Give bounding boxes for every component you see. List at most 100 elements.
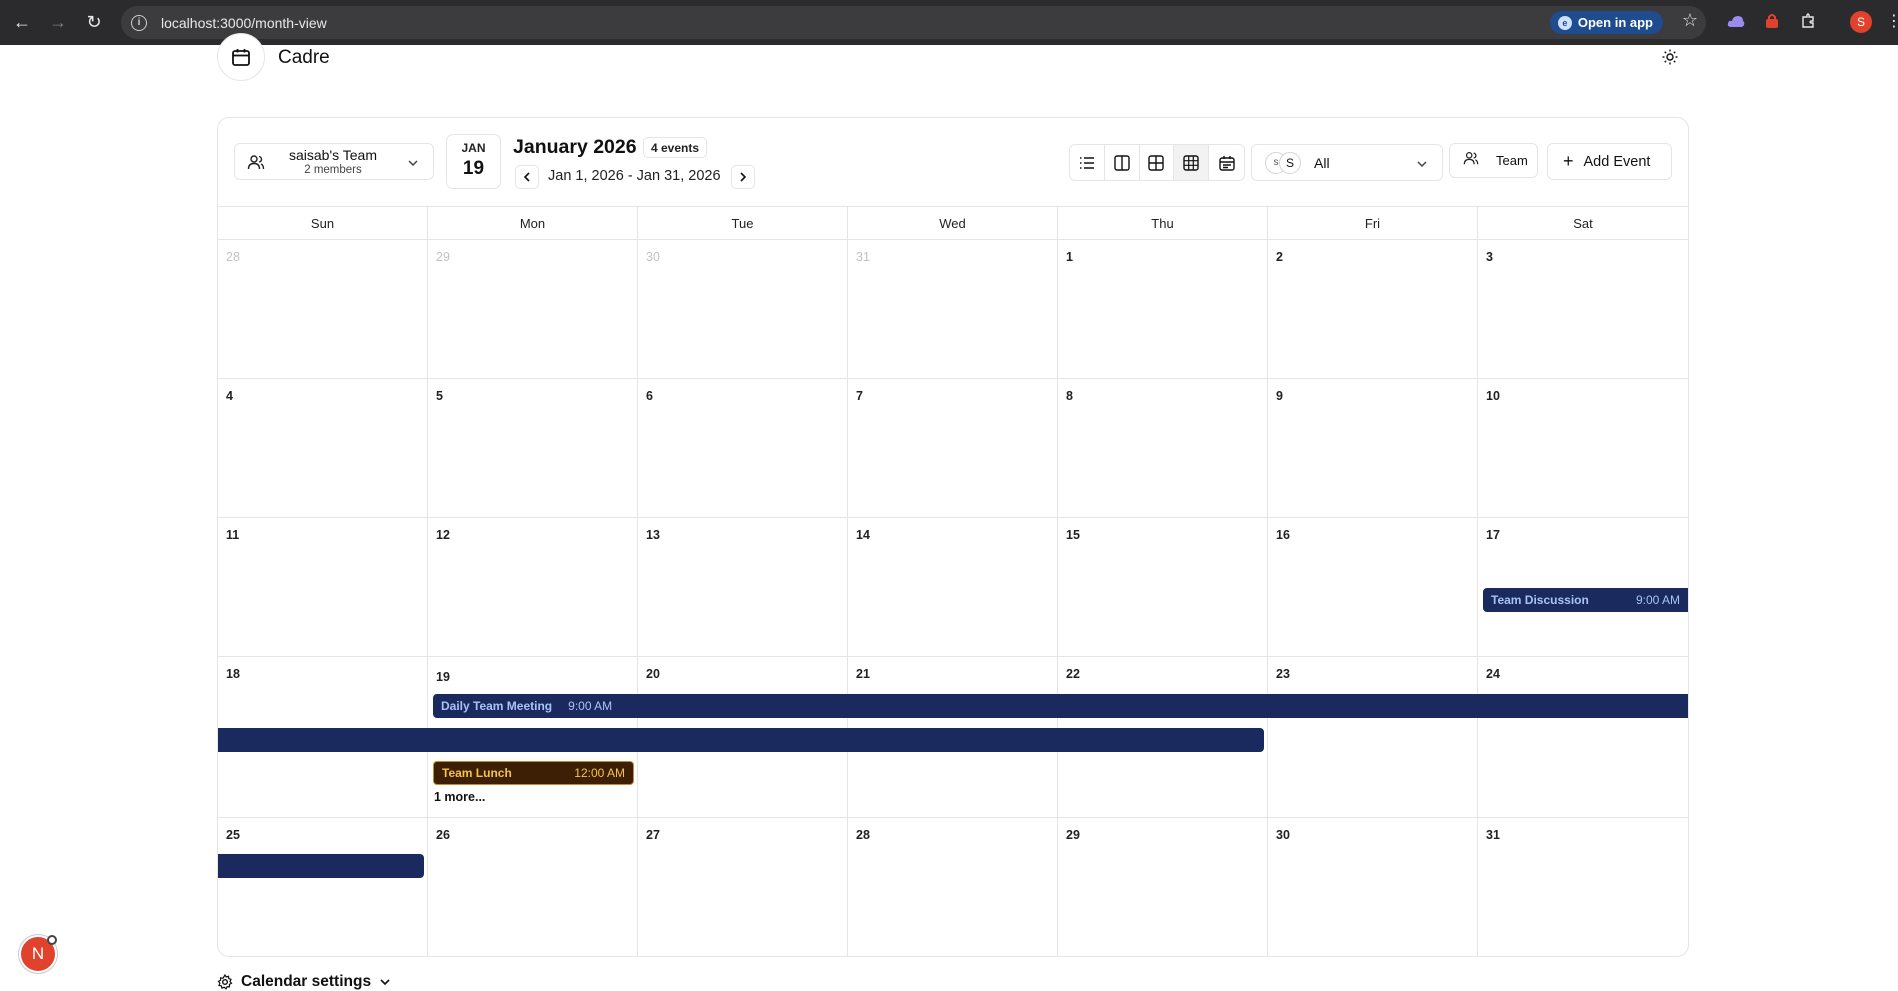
weekday-label: Fri	[1268, 207, 1478, 240]
day-cell[interactable]: 25	[218, 818, 428, 956]
day-number: 15	[1066, 528, 1080, 542]
day-number: 28	[856, 828, 870, 842]
day-cell[interactable]: 9	[1268, 379, 1478, 518]
day-number: 29	[1066, 828, 1080, 842]
dev-tools-badge[interactable]: N	[19, 935, 57, 973]
day-number: 29	[436, 250, 450, 264]
day-cell[interactable]: 26	[428, 818, 638, 956]
day-cell[interactable]: 31	[1478, 818, 1688, 956]
event-daily-team-meeting[interactable]: Daily Team Meeting 9:00 AM	[433, 694, 1688, 718]
app-icon: e	[1557, 15, 1572, 30]
extension-lock-icon[interactable]	[1761, 10, 1783, 32]
event-time: 9:00 AM	[568, 699, 613, 713]
day-cell[interactable]: 11	[218, 518, 428, 657]
day-cell[interactable]: 8	[1058, 379, 1268, 518]
day-cell[interactable]: 6	[638, 379, 848, 518]
day-number: 24	[1486, 667, 1500, 681]
previous-month-button[interactable]	[515, 165, 539, 189]
day-cell[interactable]: 28	[848, 818, 1058, 956]
event-team-lunch[interactable]: Team Lunch 12:00 AM	[433, 761, 634, 785]
agenda-view-icon[interactable]	[1209, 145, 1244, 180]
url-text: localhost:3000/month-view	[161, 14, 327, 31]
day-cell[interactable]: 24	[1478, 657, 1688, 818]
user-filter-select[interactable]: s S All	[1251, 144, 1443, 181]
plus-icon: +	[1563, 151, 1574, 171]
event-continuation-bar[interactable]	[218, 854, 424, 878]
profile-avatar[interactable]: S	[1850, 11, 1872, 33]
event-multi-day-bar[interactable]	[218, 728, 1264, 752]
day-cell[interactable]: 4	[218, 379, 428, 518]
day-cell[interactable]: 16	[1268, 518, 1478, 657]
site-info-icon[interactable]: i	[131, 14, 147, 31]
day-number: 17	[1486, 528, 1500, 542]
event-team-discussion[interactable]: Team Discussion 9:00 AM	[1483, 588, 1688, 612]
day-number: 19	[436, 670, 450, 684]
day-number: 30	[646, 250, 660, 264]
day-number: 12	[436, 528, 450, 542]
day-cell[interactable]: 1	[1058, 240, 1268, 379]
team-selector[interactable]: saisab's Team 2 members	[234, 143, 434, 180]
weekday-label: Wed	[848, 207, 1058, 240]
day-cell[interactable]: 12	[428, 518, 638, 657]
list-view-icon[interactable]	[1070, 145, 1105, 180]
day-number: 7	[856, 389, 863, 403]
day-number: 31	[1486, 828, 1500, 842]
today-date-box[interactable]: JAN 19	[446, 134, 501, 189]
day-cell[interactable]: 28	[218, 240, 428, 379]
back-button[interactable]: ←	[8, 9, 36, 37]
event-time: 12:00 AM	[574, 766, 625, 780]
today-month: JAN	[461, 141, 486, 155]
event-title: Team Discussion	[1491, 593, 1589, 607]
day-number: 31	[856, 250, 870, 264]
day-view-icon[interactable]	[1105, 145, 1140, 180]
day-cell[interactable]: 29	[1058, 818, 1268, 956]
day-cell[interactable]: 30	[1268, 818, 1478, 956]
status-dot	[47, 935, 57, 945]
browser-menu-icon[interactable]: ⋮	[1886, 11, 1898, 31]
address-bar[interactable]: i localhost:3000/month-view e Open in ap…	[121, 6, 1706, 39]
team-button[interactable]: Team	[1449, 143, 1538, 178]
day-number: 13	[646, 528, 660, 542]
forward-button[interactable]: →	[44, 9, 72, 37]
day-number: 9	[1276, 389, 1283, 403]
weekday-label: Mon	[428, 207, 638, 240]
more-events-link[interactable]: 1 more...	[434, 790, 485, 804]
day-cell[interactable]: 2	[1268, 240, 1478, 379]
open-in-app-button[interactable]: e Open in app	[1549, 11, 1663, 34]
day-cell[interactable]: 5	[428, 379, 638, 518]
day-cell[interactable]: 30	[638, 240, 848, 379]
calendar-settings-toggle[interactable]: Calendar settings	[217, 973, 391, 991]
day-cell[interactable]: 31	[848, 240, 1058, 379]
day-cell[interactable]: 13	[638, 518, 848, 657]
bookmark-star-icon[interactable]: ☆	[1682, 10, 1698, 31]
day-number: 20	[646, 667, 660, 681]
day-cell[interactable]: 10	[1478, 379, 1688, 518]
month-view-icon[interactable]	[1174, 145, 1210, 180]
day-cell[interactable]: 14	[848, 518, 1058, 657]
day-number: 23	[1276, 667, 1290, 681]
add-event-label: Add Event	[1583, 153, 1651, 170]
day-number: 10	[1486, 389, 1500, 403]
day-cell[interactable]: 15	[1058, 518, 1268, 657]
day-cell[interactable]: 3	[1478, 240, 1688, 379]
day-cell[interactable]: 29	[428, 240, 638, 379]
week-view-icon[interactable]	[1140, 145, 1175, 180]
theme-toggle-sun-icon[interactable]	[1660, 47, 1680, 67]
day-cell[interactable]: 23	[1268, 657, 1478, 818]
event-title: Daily Team Meeting	[441, 699, 553, 713]
reload-button[interactable]: ↻	[80, 9, 108, 37]
day-number: 2	[1276, 250, 1283, 264]
day-cell[interactable]: 7	[848, 379, 1058, 518]
next-month-button[interactable]	[731, 165, 755, 189]
chevron-down-icon	[380, 979, 390, 986]
day-number: 18	[226, 667, 240, 681]
add-event-button[interactable]: + Add Event	[1547, 143, 1672, 180]
extensions-puzzle-icon[interactable]	[1797, 10, 1819, 32]
day-number: 14	[856, 528, 870, 542]
day-cell[interactable]: 27	[638, 818, 848, 956]
day-number: 21	[856, 667, 870, 681]
date-range: Jan 1, 2026 - Jan 31, 2026	[548, 168, 721, 184]
event-title: Team Lunch	[442, 766, 512, 780]
weekday-header: Sun Mon Tue Wed Thu Fri Sat	[218, 206, 1688, 240]
extension-cloud-icon[interactable]	[1725, 10, 1747, 32]
